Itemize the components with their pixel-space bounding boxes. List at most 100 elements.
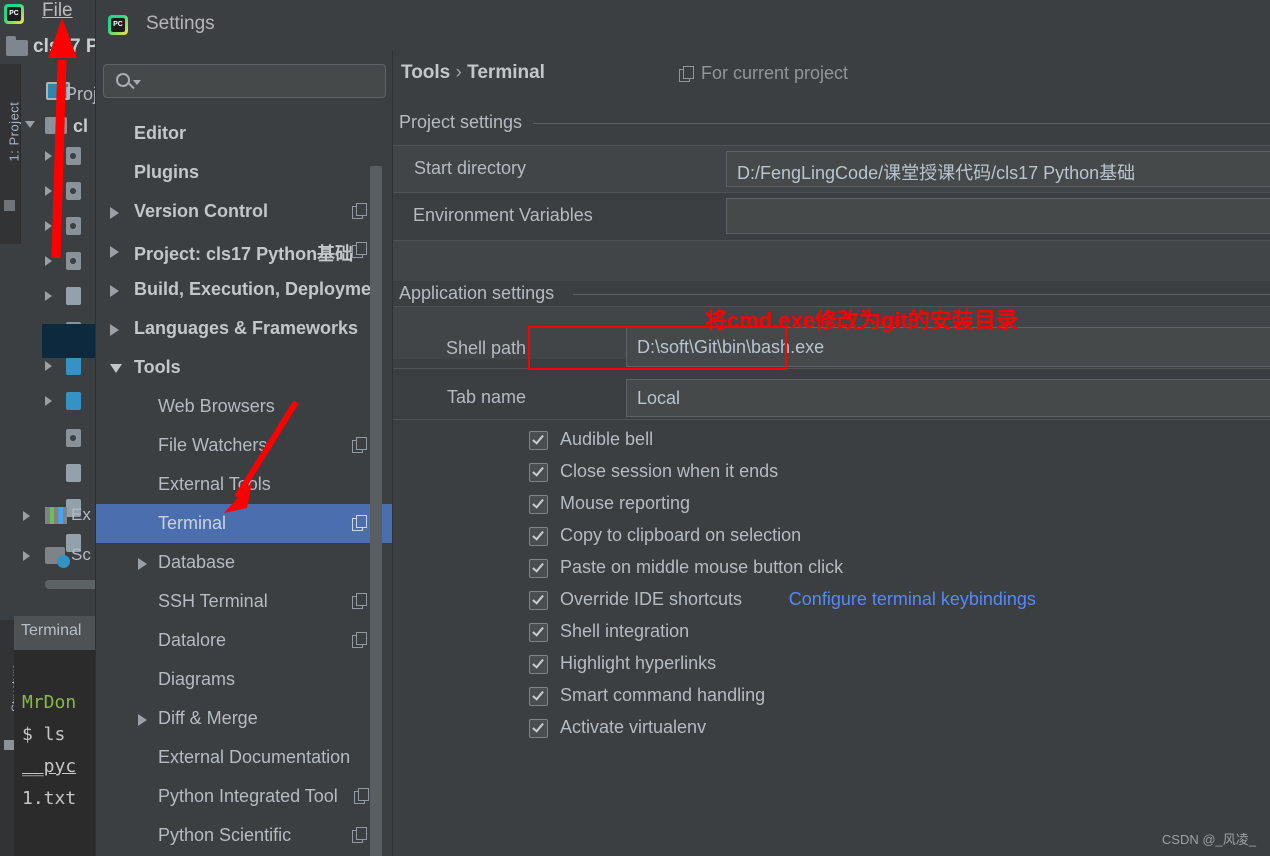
settings-tree-item-web-browsers[interactable]: Web Browsers — [96, 387, 392, 426]
settings-tree-item-label: Web Browsers — [158, 396, 275, 416]
checkbox-close-session-when-it-ends[interactable] — [529, 463, 548, 482]
checkbox-audible-bell[interactable] — [529, 431, 548, 450]
settings-tree-item-project-cls17-python[interactable]: Project: cls17 Python基础 — [96, 231, 392, 270]
file-icon-7 — [66, 357, 81, 375]
file-icon-8 — [66, 392, 81, 410]
copy-settings-icon — [352, 437, 367, 453]
row-divider-6 — [393, 419, 1270, 420]
link-configure-terminal-keybindings[interactable]: Configure terminal keybindings — [789, 589, 1036, 610]
pycharm-logo-icon-dialog: PC — [108, 15, 128, 35]
chevron-right-icon[interactable] — [110, 324, 119, 336]
tree-expand-icon-8[interactable] — [45, 396, 52, 406]
check-icon — [532, 432, 544, 445]
tree-expand-icon-5[interactable] — [45, 291, 52, 301]
tree-expand-icon-1[interactable] — [45, 151, 52, 161]
tool-window-strip-left[interactable]: 1: Project — [0, 64, 22, 244]
chevron-right-icon[interactable] — [110, 246, 119, 258]
field-tab-name[interactable]: Local — [626, 379, 1270, 417]
breadcrumb-parent[interactable]: Tools — [401, 62, 450, 83]
checkbox-override-ide-shortcuts[interactable] — [529, 591, 548, 610]
checkbox-mouse-reporting[interactable] — [529, 495, 548, 514]
checkbox-label-copy-to-clipboard-on-selection: Copy to clipboard on selection — [560, 525, 802, 545]
checkbox-shell-integration[interactable] — [529, 623, 548, 642]
field-environment-variables[interactable] — [726, 198, 1270, 234]
checkbox-paste-on-middle-mouse-button-click[interactable] — [529, 559, 548, 578]
folder-icon-root — [45, 117, 67, 134]
terminal-tool-tab[interactable]: Terminal — [14, 616, 95, 650]
settings-tree-item-external-documentation[interactable]: External Documentation — [96, 738, 392, 777]
pycharm-logo-text-dialog: PC — [113, 21, 123, 28]
settings-tree-item-file-watchers[interactable]: File Watchers — [96, 426, 392, 465]
tree-expand-icon-3[interactable] — [45, 221, 52, 231]
folder-icon — [6, 36, 28, 56]
tool-strip-square-icon — [4, 200, 15, 211]
menu-item-file[interactable]: File — [42, 0, 73, 22]
settings-tree-item-label: Diff & Merge — [158, 708, 258, 728]
copy-settings-icon — [352, 203, 367, 219]
ide-project-title-row: cls17 Py — [0, 30, 109, 64]
settings-tree-item-tools[interactable]: Tools — [96, 348, 392, 387]
breadcrumb-current: Terminal — [467, 62, 545, 83]
tree-expand-scratches-icon[interactable] — [23, 551, 30, 561]
chevron-right-icon[interactable] — [138, 558, 147, 570]
chevron-down-icon[interactable] — [133, 80, 141, 85]
settings-tree-item-build-execution-deployme[interactable]: Build, Execution, Deployme — [96, 270, 392, 309]
checkbox-smart-command-handling[interactable] — [529, 687, 548, 706]
checkbox-copy-to-clipboard-on-selection[interactable] — [529, 527, 548, 546]
settings-tree-item-languages-frameworks[interactable]: Languages & Frameworks — [96, 309, 392, 348]
settings-dialog: PC Settings Editor Plugins Version Control… — [95, 0, 1270, 856]
section-title-application-settings: Application settings — [399, 283, 555, 303]
tree-expand-icon-4[interactable] — [45, 256, 52, 266]
checkbox-highlight-hyperlinks[interactable] — [529, 655, 548, 674]
tree-expand-external-libraries-icon[interactable] — [23, 511, 30, 521]
settings-tree-item-python-integrated-tool[interactable]: Python Integrated Tool — [96, 777, 392, 816]
settings-tree-item-external-tools[interactable]: External Tools — [96, 465, 392, 504]
project-tree-panel[interactable]: Proj cl Ex Sc — [21, 64, 116, 610]
settings-tree-item-label: SSH Terminal — [158, 591, 268, 611]
settings-tree-item-python-scientific[interactable]: Python Scientific — [96, 816, 392, 855]
checkbox-activate-virtualenv[interactable] — [529, 719, 548, 738]
settings-tree-item-label: Datalore — [158, 630, 227, 650]
settings-tree-item-label: Languages & Frameworks — [134, 318, 359, 338]
terminal-output[interactable]: MrDon $ ls __pyc 1.txt — [14, 650, 95, 856]
chevron-right-icon[interactable] — [110, 207, 119, 219]
check-icon — [532, 592, 544, 605]
terminal-tool-tab-label: Terminal — [21, 622, 82, 639]
section-title-project-settings: Project settings — [399, 112, 523, 132]
settings-tree-scrollbar[interactable] — [370, 166, 382, 856]
tree-expand-icon-7[interactable] — [45, 361, 52, 371]
field-label-start-directory: Start directory — [413, 158, 526, 178]
settings-search-box[interactable] — [103, 64, 386, 98]
settings-tree-item-datalore[interactable]: Datalore — [96, 621, 392, 660]
settings-tree-item-editor[interactable]: Editor — [96, 114, 392, 153]
checkbox-label-paste-on-middle-mouse-button-click: Paste on middle mouse button click — [560, 557, 844, 577]
file-icon-1 — [66, 147, 81, 165]
checkbox-label-audible-bell: Audible bell — [560, 429, 654, 449]
settings-tree-item-diff-merge[interactable]: Diff & Merge — [96, 699, 392, 738]
settings-tree-item-terminal[interactable]: Terminal — [96, 504, 392, 543]
settings-tree-item-diagrams[interactable]: Diagrams — [96, 660, 392, 699]
copy-settings-icon — [351, 242, 367, 258]
settings-tree-item-version-control[interactable]: Version Control — [96, 192, 392, 231]
settings-tree-item-ssh-terminal[interactable]: SSH Terminal — [96, 582, 392, 621]
settings-search-input[interactable] — [150, 71, 375, 93]
checkbox-label-smart-command-handling: Smart command handling — [560, 685, 766, 705]
tree-expand-icon-2[interactable] — [45, 186, 52, 196]
settings-tree-item-plugins[interactable]: Plugins — [96, 153, 392, 192]
settings-tree[interactable]: Editor Plugins Version Control Project: cls… — [96, 50, 392, 856]
chevron-right-icon[interactable] — [138, 714, 147, 726]
field-start-directory-value: D:/FengLingCode/课堂授课代码/cls17 Python基础 — [737, 163, 1136, 183]
settings-tree-item-database[interactable]: Database — [96, 543, 392, 582]
section-rule-project-settings — [533, 123, 1270, 124]
settings-tree-item-label: Python Scientific — [158, 825, 292, 845]
settings-tree-item-label: Diagrams — [158, 669, 236, 689]
tree-expand-root-icon[interactable] — [25, 121, 35, 128]
field-start-directory[interactable]: D:/FengLingCode/课堂授课代码/cls17 Python基础 — [726, 151, 1270, 187]
settings-content-pane: Tools › Terminal For current project Pro… — [393, 50, 1270, 856]
checkbox-label-override-ide-shortcuts: Override IDE shortcuts — [560, 589, 743, 609]
chevron-right-icon[interactable] — [110, 285, 119, 297]
chevron-down-icon[interactable] — [110, 364, 122, 373]
settings-dialog-titlebar: PC Settings — [96, 0, 1270, 50]
file-icon-9 — [66, 429, 81, 447]
settings-tree-item-label: Editor — [134, 123, 186, 143]
